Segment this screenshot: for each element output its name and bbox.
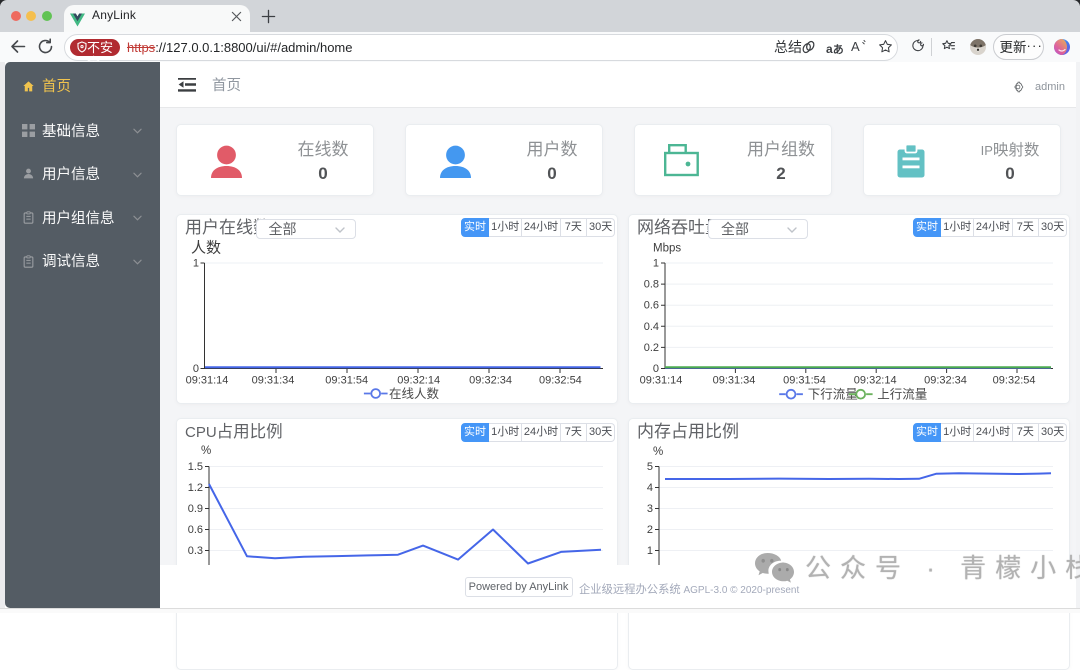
svg-text:1.2: 1.2 [188,482,203,494]
svg-text:0.3: 0.3 [188,545,203,557]
svg-text:0.6: 0.6 [644,300,659,312]
svg-text:2: 2 [647,524,653,536]
svg-text:%: % [201,445,211,457]
svg-text:09:32:34: 09:32:34 [469,375,512,387]
svg-text:在线人数: 在线人数 [389,386,440,401]
svg-text:0.8: 0.8 [644,279,659,291]
svg-text:4: 4 [647,482,653,494]
svg-text:Mbps: Mbps [653,243,681,255]
svg-text:09:32:54: 09:32:54 [539,375,582,387]
svg-text:A: A [851,39,860,54]
svg-text:09:31:14: 09:31:14 [186,375,229,387]
svg-text:1.5: 1.5 [188,461,203,473]
svg-text:1: 1 [653,258,659,270]
svg-text:3: 3 [647,503,653,515]
svg-text:09:32:54: 09:32:54 [993,375,1036,387]
svg-text:0: 0 [193,363,199,375]
svg-text:0.4: 0.4 [644,321,659,333]
svg-text:09:31:14: 09:31:14 [640,375,683,387]
svg-text:09:32:14: 09:32:14 [854,375,897,387]
svg-text:1: 1 [647,545,653,557]
svg-text:0.2: 0.2 [644,342,659,354]
svg-text:%: % [653,446,663,458]
svg-text:5: 5 [647,461,653,473]
svg-text:09:31:34: 09:31:34 [713,375,756,387]
svg-text:09:32:34: 09:32:34 [924,375,967,387]
svg-text:09:31:54: 09:31:54 [783,375,826,387]
svg-text:0.6: 0.6 [188,524,203,536]
svg-text:0.9: 0.9 [188,503,203,515]
svg-text:09:31:54: 09:31:54 [325,375,368,387]
svg-text:人数: 人数 [191,240,221,257]
svg-text:1: 1 [193,258,199,270]
svg-text:09:31:34: 09:31:34 [252,375,295,387]
svg-text:上行流量: 上行流量 [877,388,927,402]
svg-text:09:32:14: 09:32:14 [397,375,440,387]
svg-text:0: 0 [653,363,659,375]
